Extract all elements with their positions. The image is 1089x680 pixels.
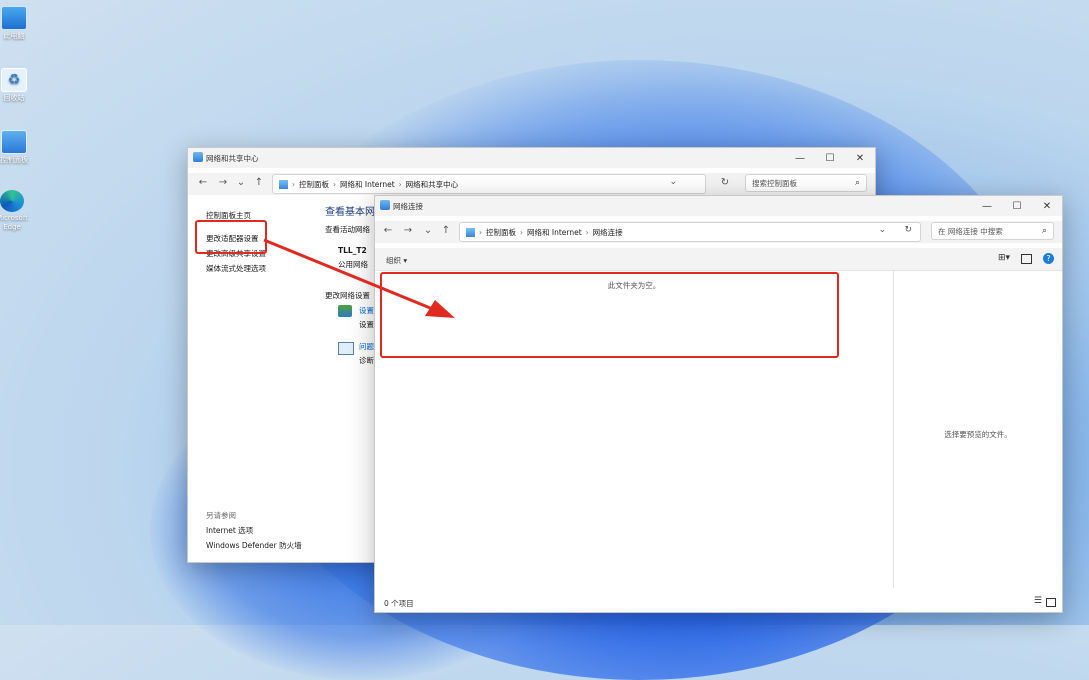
- red-arrow: [263, 238, 455, 318]
- arrow-head: [425, 300, 455, 318]
- arrow-line: [263, 238, 441, 314]
